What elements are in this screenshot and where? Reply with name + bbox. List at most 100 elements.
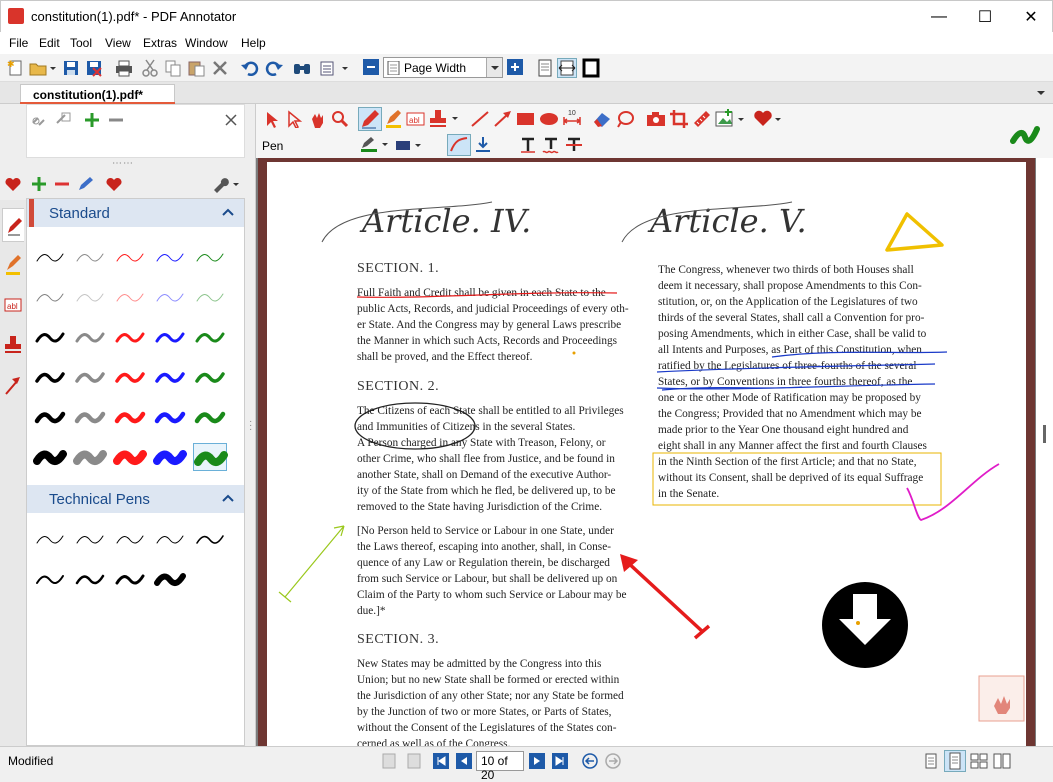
line-tool-icon[interactable] (470, 110, 490, 128)
page-number-input[interactable]: 10 of 20 (476, 751, 524, 782)
pressure-sensitivity-icon[interactable] (474, 136, 492, 154)
view-two-page-icon[interactable] (970, 752, 988, 770)
maximize-button[interactable]: ☐ (962, 1, 1008, 32)
link-icon[interactable] (53, 111, 73, 129)
pen-preset[interactable] (153, 283, 187, 311)
chevron-down-icon[interactable] (486, 58, 502, 77)
tab-text[interactable]: abl (2, 288, 24, 322)
text-select-icon[interactable] (286, 110, 302, 128)
technical-pen-preset[interactable] (153, 565, 187, 593)
tab-document[interactable]: constitution(1).pdf* (20, 84, 175, 104)
print-icon[interactable] (114, 58, 134, 78)
fullscreen-icon[interactable] (581, 58, 601, 78)
pen-preset[interactable] (73, 323, 107, 351)
view-continuous-icon[interactable] (944, 750, 966, 772)
select-arrow-icon[interactable] (264, 110, 280, 128)
add-icon[interactable] (83, 111, 101, 129)
camera-icon[interactable] (646, 110, 666, 128)
technical-pen-preset[interactable] (73, 565, 107, 593)
technical-pen-preset[interactable] (73, 525, 107, 553)
pen-preset[interactable] (193, 243, 227, 271)
undo-icon[interactable] (240, 58, 260, 78)
page-settings-icon[interactable] (318, 58, 348, 78)
pen-preset[interactable] (153, 243, 187, 271)
section-standard-header[interactable]: Standard (27, 199, 244, 227)
copy-icon[interactable] (163, 58, 183, 78)
tab-list-chevron-icon[interactable] (1035, 87, 1047, 99)
zoom-select[interactable]: Page Width (383, 57, 503, 78)
single-page-view-icon[interactable] (535, 58, 555, 78)
pen-preset[interactable] (113, 283, 147, 311)
pen-preset[interactable] (193, 363, 227, 391)
delete-icon[interactable] (210, 58, 230, 78)
zoom-out-icon[interactable] (362, 58, 382, 78)
add-pen-icon[interactable] (31, 176, 47, 192)
technical-pen-preset[interactable] (193, 525, 227, 553)
text-strikeout-icon[interactable] (565, 136, 583, 154)
pen-preset[interactable] (33, 443, 67, 471)
cut-icon[interactable] (140, 58, 160, 78)
paste-icon[interactable] (186, 58, 206, 78)
pen-preset[interactable] (73, 363, 107, 391)
pen-preset[interactable] (33, 243, 67, 271)
ruler-icon[interactable] (692, 109, 712, 129)
pen-preset[interactable] (193, 323, 227, 351)
pen-preset[interactable] (33, 323, 67, 351)
previous-page-icon[interactable] (455, 752, 473, 770)
pen-preset[interactable] (73, 283, 107, 311)
pen-preset[interactable] (153, 443, 187, 471)
technical-pen-preset[interactable] (113, 525, 147, 553)
text-font-icon[interactable] (519, 136, 537, 154)
pen-preset[interactable] (113, 323, 147, 351)
menu-file[interactable]: File (9, 36, 28, 50)
pdf-page[interactable]: Article. IV. Article. V. SECTION. 1. Ful… (267, 162, 1026, 746)
pen-preset[interactable] (73, 403, 107, 431)
menu-window[interactable]: Window (185, 36, 228, 50)
tab-arrow[interactable] (2, 368, 24, 402)
ellipse-tool-icon[interactable] (539, 112, 559, 126)
previous-document-icon[interactable] (380, 752, 400, 770)
pen-preset[interactable] (33, 403, 67, 431)
panel-splitter[interactable]: · · · (249, 417, 255, 436)
find-binoculars-icon[interactable] (292, 58, 312, 78)
eraser-tool-icon[interactable] (592, 110, 612, 128)
menu-edit[interactable]: Edit (39, 36, 60, 50)
hand-icon[interactable] (308, 110, 326, 128)
pen-preset[interactable] (113, 243, 147, 271)
pen-preset[interactable] (113, 403, 147, 431)
arrow-tool-icon[interactable] (493, 110, 513, 128)
edit-pen-icon[interactable] (76, 175, 94, 193)
lasso-tool-icon[interactable] (615, 110, 635, 128)
add-favorite-heart-icon[interactable] (106, 177, 122, 192)
pen-tool-icon[interactable] (358, 107, 382, 131)
crop-icon[interactable] (669, 109, 689, 129)
pen-preset[interactable] (33, 283, 67, 311)
collapse-chevron-icon[interactable] (222, 207, 234, 217)
save-as-icon[interactable] (84, 58, 104, 78)
forward-icon[interactable] (604, 752, 622, 770)
text-underline-icon[interactable] (542, 136, 560, 154)
pen-preset[interactable] (153, 323, 187, 351)
menu-extras[interactable]: Extras (143, 36, 177, 50)
tab-stamp[interactable] (2, 328, 24, 362)
section-technical-pens-header[interactable]: Technical Pens (27, 485, 244, 513)
pen-preset[interactable] (73, 443, 107, 471)
pen-preset[interactable] (113, 363, 147, 391)
pen-preset[interactable] (33, 363, 67, 391)
remove-pen-icon[interactable] (54, 176, 70, 192)
next-page-icon[interactable] (528, 752, 546, 770)
text-box-tool-icon[interactable]: abl (406, 110, 426, 128)
last-page-icon[interactable] (551, 752, 569, 770)
technical-pen-preset[interactable] (33, 525, 67, 553)
tab-highlighter[interactable] (2, 248, 24, 282)
unlink-icon[interactable] (30, 111, 50, 129)
minimize-button[interactable]: — (916, 1, 962, 32)
pen-preset[interactable] (73, 243, 107, 271)
collapse-chevron-icon[interactable] (222, 493, 234, 503)
pen-preset[interactable] (193, 283, 227, 311)
highlighter-tool-icon[interactable] (383, 109, 403, 129)
splitter-grip[interactable]: ⋯⋯ (112, 158, 136, 169)
pen-preset[interactable] (153, 363, 187, 391)
favorites-heart-icon[interactable] (5, 177, 21, 192)
settings-wrench-icon[interactable] (211, 175, 241, 193)
